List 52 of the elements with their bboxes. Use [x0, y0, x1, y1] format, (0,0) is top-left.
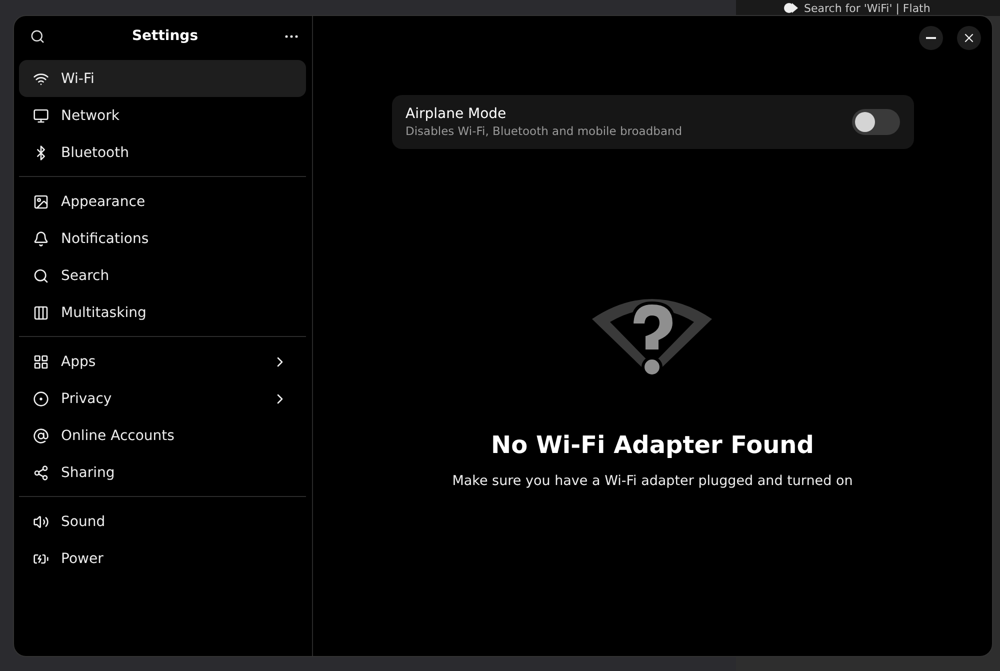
sidebar-item[interactable]: Appearance [19, 183, 306, 220]
airplane-mode-title: Airplane Mode [406, 106, 508, 122]
minimize-button[interactable] [919, 26, 943, 50]
sidebar-item-label: Privacy [61, 390, 113, 406]
empty-state-title: No Wi-Fi Adapter Found [491, 431, 814, 459]
sidebar-item-label: Wi-Fi [61, 70, 96, 86]
sidebar-item[interactable]: Online Accounts [19, 417, 306, 454]
sidebar-item-label: Apps [61, 354, 97, 370]
sidebar-item[interactable]: Notifications [19, 220, 306, 257]
window-title: Settings [132, 28, 198, 44]
sidebar-item-label: Online Accounts [61, 428, 176, 444]
sidebar-item-label: Multitasking [61, 304, 148, 320]
airplane-mode-switch[interactable] [852, 109, 900, 135]
grid-icon [33, 354, 49, 370]
menu-icon [285, 34, 298, 38]
bell-icon [33, 230, 49, 246]
sidebar-item[interactable]: Wi-Fi [19, 60, 306, 97]
picture-icon [33, 194, 49, 210]
sidebar-item[interactable]: Sound [19, 503, 306, 540]
background-window-title: Search for 'WiFi' | Flath [804, 2, 930, 14]
sidebar-item-label: Sound [61, 514, 106, 530]
play-icon [784, 3, 798, 13]
sidebar-item-label: Search [61, 268, 110, 284]
minimize-icon [926, 37, 936, 39]
sidebar-item-label: Sharing [61, 464, 116, 480]
share-icon [33, 464, 49, 480]
sidebar-item[interactable]: Power [19, 540, 306, 577]
speaker-icon [33, 514, 49, 530]
sidebar-item[interactable]: Network [19, 97, 306, 134]
sidebar-item[interactable]: Apps [19, 343, 306, 380]
close-button[interactable] [957, 26, 981, 50]
sidebar-item-label: Power [61, 550, 104, 566]
sidebar-item[interactable]: Sharing [19, 454, 306, 491]
close-icon [962, 31, 976, 45]
menu-button[interactable] [283, 32, 300, 40]
sidebar-item-label: Appearance [61, 194, 146, 210]
search-icon [30, 28, 45, 44]
radio-dot-icon [33, 390, 49, 406]
monitor-icon [33, 108, 49, 124]
airplane-mode-subtitle: Disables Wi-Fi, Bluetooth and mobile broadband [406, 124, 684, 138]
at-sign-icon [33, 428, 49, 444]
sidebar-item[interactable]: Multitasking [19, 294, 306, 331]
empty-state-message: Make sure you have a Wi-Fi adapter plugged and turned on [452, 473, 853, 489]
wifi-icon [33, 70, 49, 86]
sidebar-item-label: Notifications [61, 230, 150, 246]
sidebar-item[interactable]: Bluetooth [19, 134, 306, 171]
columns-icon [33, 304, 49, 320]
search-icon [33, 268, 49, 284]
sidebar-item[interactable]: Search [19, 257, 306, 294]
sidebar-item-label: Network [61, 108, 120, 124]
sidebar-item-label: Bluetooth [61, 144, 130, 160]
sidebar-item[interactable]: Privacy [19, 380, 306, 417]
